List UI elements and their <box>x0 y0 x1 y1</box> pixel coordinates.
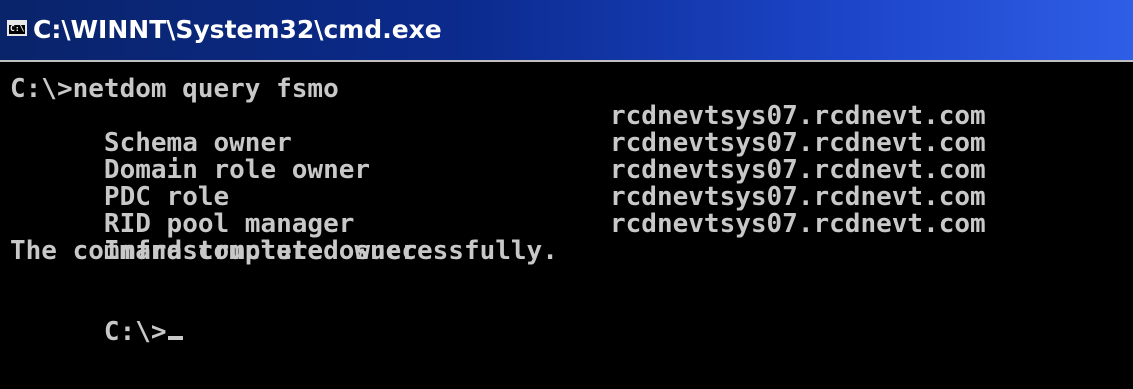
cmd-window: C:\ C:\WINNT\System32\cmd.exe C:\>netdom… <box>0 0 1133 389</box>
title-bar[interactable]: C:\ C:\WINNT\System32\cmd.exe <box>0 0 1133 62</box>
fsmo-role-row: Schema owner rcdnevtsys07.rcdnevt.com <box>10 101 1133 157</box>
cmd-window-icon[interactable]: C:\ <box>7 20 27 36</box>
fsmo-role-row: PDC role rcdnevtsys07.rcdnevt.com <box>10 155 1133 211</box>
cmd-icon-glyph: C:\ <box>10 24 25 33</box>
prompt-line[interactable]: C:\> <box>10 292 1133 346</box>
fsmo-role-owner: rcdnevtsys07.rcdnevt.com <box>610 128 986 158</box>
status-message: The command completed successfully. <box>10 236 558 266</box>
prompt-text: C:\> <box>103 317 167 347</box>
text-cursor <box>167 336 183 340</box>
console-output[interactable]: C:\>netdom query fsmo Schema owner rcdne… <box>0 74 1133 346</box>
window-title: C:\WINNT\System32\cmd.exe <box>33 15 442 44</box>
fsmo-role-owner: rcdnevtsys07.rcdnevt.com <box>610 101 986 131</box>
fsmo-role-owner: rcdnevtsys07.rcdnevt.com <box>610 209 986 239</box>
fsmo-role-row: Domain role owner rcdnevtsys07.rcdnevt.c… <box>10 128 1133 184</box>
command-line: C:\>netdom query fsmo <box>10 74 339 104</box>
fsmo-role-row: Infrastructure owner rcdnevtsys07.rcdnev… <box>10 209 1133 265</box>
fsmo-role-row: RID pool manager rcdnevtsys07.rcdnevt.co… <box>10 182 1133 238</box>
fsmo-role-owner: rcdnevtsys07.rcdnevt.com <box>610 182 986 212</box>
fsmo-role-owner: rcdnevtsys07.rcdnevt.com <box>610 155 986 185</box>
